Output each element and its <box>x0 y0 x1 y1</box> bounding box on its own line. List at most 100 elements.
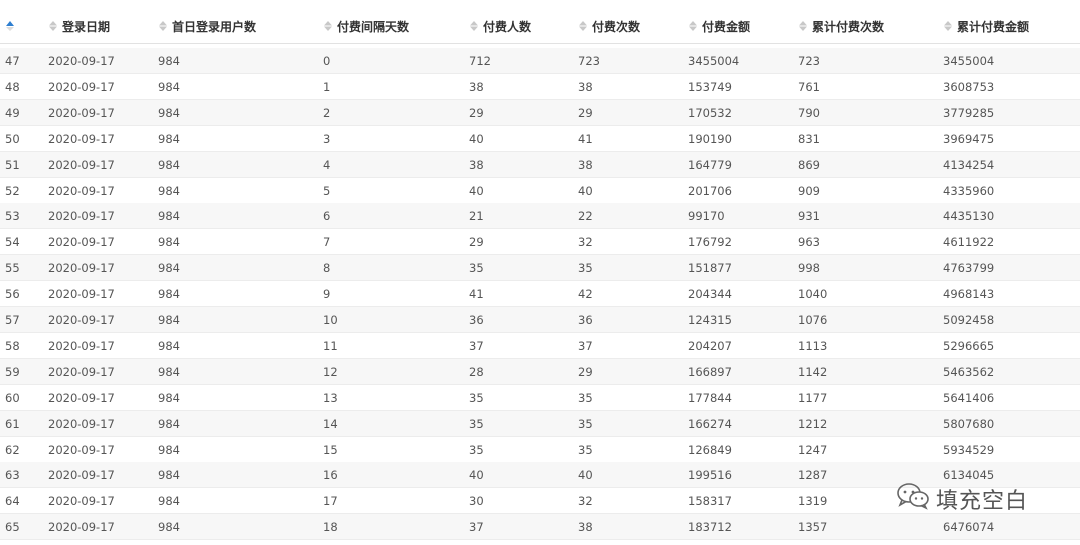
cell-cumulative-pay-count: 1287 <box>798 468 828 483</box>
cell-pay-count: 41 <box>578 131 593 146</box>
cell-pay-amount: 164779 <box>688 157 732 172</box>
cell-row-index: 56 <box>5 287 20 302</box>
cell-cumulative-pay-count: 1319 <box>798 494 828 509</box>
table-row[interactable]: 57 2020-09-17 984 10 36 36 124315 1076 5092458 <box>0 307 1080 333</box>
cell-first-day-users: 984 <box>158 261 180 276</box>
column-header-first-day-users[interactable]: 首日登录用户数 <box>158 0 256 44</box>
table-row[interactable]: 56 2020-09-17 984 9 41 42 204344 1040 4968143 <box>0 281 1080 308</box>
cell-cumulative-pay-count: 1076 <box>798 313 828 327</box>
column-header-cumulative-pay-count[interactable]: 累计付费次数 <box>798 0 884 44</box>
table-row[interactable]: 47 2020-09-17 984 0 712 723 3455004 723 3455004 <box>0 48 1080 74</box>
cell-payers: 35 <box>469 416 484 431</box>
table-row[interactable]: 65 2020-09-17 984 18 37 38 183712 1357 6476074 <box>0 514 1080 541</box>
sort-icon <box>578 20 588 32</box>
column-header-login-date[interactable]: 登录日期 <box>48 0 110 44</box>
cell-pay-interval-days: 11 <box>323 338 338 353</box>
cell-row-index: 59 <box>5 364 20 379</box>
cell-cumulative-pay-amount: 3455004 <box>943 54 995 68</box>
cell-cumulative-pay-count: 790 <box>798 105 820 120</box>
table-row[interactable]: 50 2020-09-17 984 3 40 41 190190 831 3969475 <box>0 126 1080 152</box>
table-row[interactable]: 58 2020-09-17 984 11 37 37 204207 1113 5296665 <box>0 333 1080 359</box>
column-header-pay-interval-days[interactable]: 付费间隔天数 <box>323 0 409 44</box>
cell-row-index: 48 <box>5 79 20 94</box>
cell-first-day-users: 984 <box>158 494 180 509</box>
column-header-pay-count[interactable]: 付费次数 <box>578 0 640 44</box>
cell-cumulative-pay-amount: 4435130 <box>943 209 995 224</box>
cell-pay-count: 22 <box>578 209 593 224</box>
table-row[interactable]: 59 2020-09-17 984 12 28 29 166897 1142 5463562 <box>0 358 1080 385</box>
cell-row-index: 61 <box>5 416 20 431</box>
cell-pay-amount: 166274 <box>688 416 732 431</box>
column-header-cumulative-pay-amount[interactable]: 累计付费金额 <box>943 0 1029 44</box>
cell-cumulative-pay-amount: 4611922 <box>943 235 995 250</box>
cell-pay-count: 29 <box>578 364 593 379</box>
sort-ascending-icon[interactable] <box>5 20 15 35</box>
cell-cumulative-pay-count: 761 <box>798 79 820 94</box>
cell-pay-interval-days: 15 <box>323 442 338 457</box>
cell-cumulative-pay-amount: 6476074 <box>943 520 995 535</box>
cell-pay-count: 42 <box>578 287 593 302</box>
cell-login-date: 2020-09-17 <box>48 390 115 405</box>
cell-payers: 37 <box>469 520 484 535</box>
table-row[interactable]: 60 2020-09-17 984 13 35 35 177844 1177 5641406 <box>0 385 1080 411</box>
cell-payers: 41 <box>469 287 484 302</box>
cell-pay-count: 35 <box>578 390 593 405</box>
column-header-label: 登录日期 <box>62 20 111 34</box>
cell-cumulative-pay-amount: 5641406 <box>943 390 995 405</box>
cell-login-date: 2020-09-17 <box>48 520 115 535</box>
cell-pay-interval-days: 18 <box>323 520 338 535</box>
cell-cumulative-pay-count: 869 <box>798 157 820 172</box>
table-row[interactable]: 52 2020-09-17 984 5 40 40 201706 909 4335960 <box>0 178 1080 204</box>
cell-first-day-users: 984 <box>158 287 180 302</box>
cell-row-index: 47 <box>5 54 20 68</box>
table-row[interactable]: 55 2020-09-17 984 8 35 35 151877 998 4763799 <box>0 255 1080 282</box>
table-row[interactable]: 62 2020-09-17 984 15 35 35 126849 1247 5934529 <box>0 437 1080 463</box>
sort-icon <box>943 20 953 32</box>
cell-first-day-users: 984 <box>158 54 180 68</box>
column-header-label: 付费间隔天数 <box>337 20 410 34</box>
table-row[interactable]: 49 2020-09-17 984 2 29 29 170532 790 3779285 <box>0 99 1080 126</box>
cell-pay-amount: 199516 <box>688 468 732 483</box>
cell-payers: 21 <box>469 209 484 224</box>
cell-pay-amount: 99170 <box>688 209 725 224</box>
column-header-payers[interactable]: 付费人数 <box>469 0 531 44</box>
cell-payers: 40 <box>469 131 484 146</box>
cell-first-day-users: 984 <box>158 416 180 431</box>
table-row[interactable]: 51 2020-09-17 984 4 38 38 164779 869 4134254 <box>0 151 1080 178</box>
column-header-pay-amount[interactable]: 付费金额 <box>688 0 750 44</box>
cell-login-date: 2020-09-17 <box>48 183 115 198</box>
cell-first-day-users: 984 <box>158 235 180 250</box>
wechat-icon <box>896 482 936 516</box>
cell-row-index: 58 <box>5 338 20 353</box>
cell-payers: 36 <box>469 313 484 327</box>
cell-login-date: 2020-09-17 <box>48 131 115 146</box>
watermark-text: 填充空白 <box>936 489 1029 514</box>
table-row[interactable]: 54 2020-09-17 984 7 29 32 176792 963 4611922 <box>0 229 1080 256</box>
sort-icon <box>469 20 479 32</box>
cell-cumulative-pay-count: 963 <box>798 235 820 250</box>
cell-pay-amount: 204207 <box>688 338 732 353</box>
cell-cumulative-pay-count: 1113 <box>798 338 828 353</box>
cell-cumulative-pay-count: 1247 <box>798 442 828 457</box>
cell-pay-interval-days: 0 <box>323 54 331 68</box>
table-row[interactable]: 53 2020-09-17 984 6 21 22 99170 931 4435130 <box>0 203 1080 230</box>
cell-payers: 38 <box>469 157 484 172</box>
cell-login-date: 2020-09-17 <box>48 494 115 509</box>
cell-cumulative-pay-amount: 4968143 <box>943 287 995 302</box>
cell-cumulative-pay-count: 831 <box>798 131 820 146</box>
cell-pay-interval-days: 12 <box>323 364 338 379</box>
cell-pay-count: 723 <box>578 54 600 68</box>
cell-pay-interval-days: 13 <box>323 390 338 405</box>
cell-row-index: 62 <box>5 442 20 457</box>
cell-cumulative-pay-amount: 3608753 <box>943 79 995 94</box>
table-header: 登录日期 首日登录用户数 付费间隔天数 付费人数 付费次数 付费金额 累计付费次… <box>0 0 1080 44</box>
cell-cumulative-pay-amount: 5463562 <box>943 364 995 379</box>
cell-login-date: 2020-09-17 <box>48 416 115 431</box>
cell-login-date: 2020-09-17 <box>48 235 115 250</box>
cell-cumulative-pay-count: 1212 <box>798 416 828 431</box>
table-row[interactable]: 48 2020-09-17 984 1 38 38 153749 761 3608753 <box>0 74 1080 100</box>
cell-row-index: 63 <box>5 468 20 483</box>
cell-pay-interval-days: 5 <box>323 183 331 198</box>
table-row[interactable]: 61 2020-09-17 984 14 35 35 166274 1212 5807680 <box>0 410 1080 437</box>
cell-payers: 35 <box>469 442 484 457</box>
